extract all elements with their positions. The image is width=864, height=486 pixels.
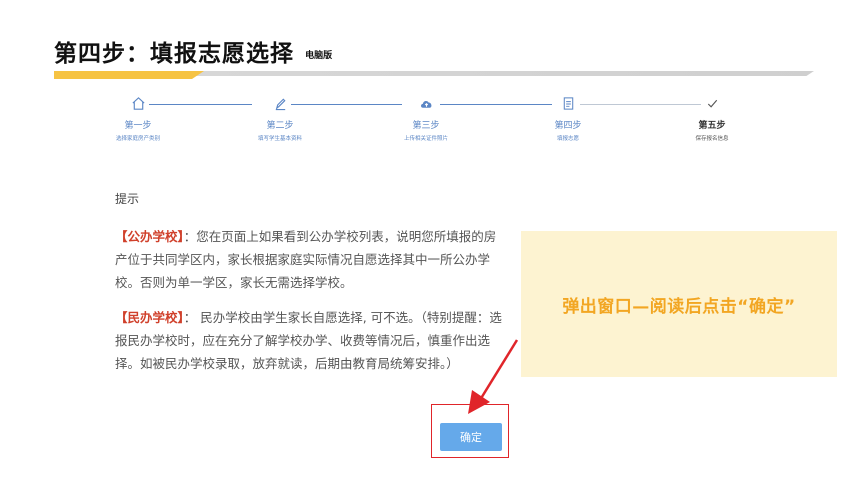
step-label: 第二步	[266, 121, 294, 131]
private-school-tag: 【民办学校】	[115, 310, 184, 325]
step-4: 第四步 填报志愿	[513, 92, 623, 142]
progress-stepper: 第一步 选择家庭房产类别 第二步 填写学生基本资料 第三步 上传相关证件照片 第…	[100, 92, 780, 152]
notice-dialog: 提示 【公办学校】：您在页面上如果看到公办学校列表，说明您所填报的房产位于共同学…	[115, 190, 505, 375]
instruction-callout: 弹出窗口—阅读后点击“确定”	[521, 231, 837, 377]
pencil-icon	[269, 92, 291, 114]
step-1: 第一步 选择家庭房产类别	[83, 92, 193, 142]
step-description: 填写学生基本资料	[257, 136, 302, 142]
cloud-upload-icon	[415, 92, 437, 114]
page-subtitle: 电脑版	[305, 51, 333, 61]
step-label: 第四步	[554, 121, 582, 131]
page-header: 第四步：填报志愿选择 电脑版	[54, 34, 332, 68]
step-description: 上传相关证件照片	[403, 136, 448, 142]
private-school-notice: 【民办学校】： 民办学校由学生家长自愿选择, 可不选。（特别提醒：选报民办学校时…	[115, 306, 505, 375]
step-description: 选择家庭房产类别	[115, 136, 160, 142]
page-title: 第四步：填报志愿选择	[54, 41, 294, 67]
dialog-title: 提示	[115, 192, 140, 206]
document-icon	[557, 92, 579, 114]
step-label: 第一步	[124, 121, 152, 131]
step-description: 保存报名信息	[695, 136, 729, 142]
public-school-notice: 【公办学校】：您在页面上如果看到公办学校列表，说明您所填报的房产位于共同学区内，…	[115, 225, 505, 294]
public-school-tag: 【公办学校】	[115, 229, 184, 244]
title-accent-bar	[54, 71, 204, 79]
step-label: 第三步	[412, 121, 440, 131]
callout-text: 弹出窗口—阅读后点击“确定”	[562, 296, 796, 317]
step-2: 第二步 填写学生基本资料	[225, 92, 335, 142]
step-5: 第五步 保存报名信息	[657, 92, 767, 142]
confirm-button[interactable]: 确定	[440, 423, 502, 451]
check-icon	[701, 92, 723, 114]
step-3: 第三步 上传相关证件照片	[371, 92, 481, 142]
home-icon	[127, 92, 149, 114]
step-description: 填报志愿	[556, 136, 579, 142]
step-label: 第五步	[698, 121, 726, 131]
